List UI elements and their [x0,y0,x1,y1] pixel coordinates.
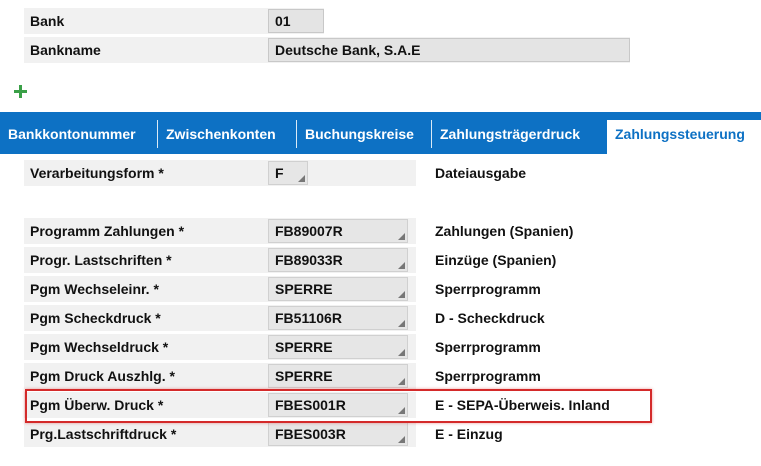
field-label: Programm Zahlungen * [30,223,185,239]
field-label: Pgm Scheckdruck * [30,310,161,326]
tab-label: Zwischenkonten [166,126,276,142]
field-label: Progr. Lastschriften * [30,252,172,268]
field-value: SPERRE [275,281,333,297]
tab-zahlungstraegerdruck[interactable]: Zahlungsträgerdruck [432,112,605,154]
bank-field[interactable]: 01 [268,9,324,33]
pgm-wechseldruck-field[interactable]: SPERRE [268,335,408,359]
tab-bar: Bankkontonummer Zwischenkonten Buchungsk… [0,112,761,154]
pgm-druck-auszhlg-description: Sperrprogramm [435,368,541,384]
value-help-icon [298,175,305,182]
tab-buchungskreise[interactable]: Buchungskreise [297,112,431,154]
tab-label: Buchungskreise [305,126,414,142]
pgm-scheckdruck-description: D - Scheckdruck [435,310,545,326]
field-value: SPERRE [275,368,333,384]
value-help-icon [398,291,405,298]
bank-row: Bank 01 [24,8,324,34]
form-row-pgm-wechseldruck: Pgm Wechseldruck * SPERRE [24,334,416,360]
form-row-progr-lastschriften: Progr. Lastschriften * FB89033R [24,247,416,273]
field-label: Verarbeitungsform * [30,165,164,181]
pgm-druck-auszhlg-field[interactable]: SPERRE [268,364,408,388]
pgm-scheckdruck-field[interactable]: FB51106R [268,306,408,330]
progr-lastschriften-field[interactable]: FB89033R [268,248,408,272]
field-label: Pgm Druck Auszhlg. * [30,368,175,384]
tab-label: Bankkontonummer [8,126,136,142]
form-row-pgm-druck-auszhlg: Pgm Druck Auszhlg. * SPERRE [24,363,416,389]
pgm-wechseleinr-field[interactable]: SPERRE [268,277,408,301]
tab-label: Zahlungssteuerung [615,126,745,142]
tab-bankkontonummer[interactable]: Bankkontonummer [0,112,157,154]
field-label: Pgm Wechseldruck * [30,339,169,355]
form-row-verarbeitungsform: Verarbeitungsform * F [24,160,416,186]
field-value: SPERRE [275,339,333,355]
bankname-row: Bankname Deutsche Bank, S.A.E [24,37,630,63]
tab-label: Zahlungsträgerdruck [440,126,581,142]
field-value: FBES003R [275,426,346,442]
field-value: F [275,165,284,181]
verarbeitungsform-description: Dateiausgabe [435,165,527,181]
tab-zwischenkonten[interactable]: Zwischenkonten [158,112,296,154]
verarbeitungsform-field[interactable]: F [268,161,308,185]
bank-label: Bank [30,13,65,29]
pgm-wechseleinr-description: Sperrprogramm [435,281,541,297]
field-label: Prg.Lastschriftdruck * [30,426,177,442]
value-help-icon [398,233,405,240]
value-help-icon [398,349,405,356]
value-help-icon [398,436,405,443]
add-icon[interactable] [14,85,27,98]
prg-lastschriftdruck-description: E - Einzug [435,426,503,442]
value-help-icon [398,320,405,327]
field-label: Pgm Wechseleinr. * [30,281,159,297]
bankname-label: Bankname [30,42,101,58]
form-row-pgm-scheckdruck: Pgm Scheckdruck * FB51106R [24,305,416,331]
programm-zahlungen-description: Zahlungen (Spanien) [435,223,574,239]
tab-zahlungssteuerung[interactable]: Zahlungssteuerung [607,120,761,154]
form-row-pgm-wechseleinr: Pgm Wechseleinr. * SPERRE [24,276,416,302]
prg-lastschriftdruck-field[interactable]: FBES003R [268,422,408,446]
field-value: FB89033R [275,252,343,268]
value-help-icon [398,378,405,385]
programm-zahlungen-field[interactable]: FB89007R [268,219,408,243]
progr-lastschriften-description: Einzüge (Spanien) [435,252,557,268]
pgm-wechseldruck-description: Sperrprogramm [435,339,541,355]
form-row-programm-zahlungen: Programm Zahlungen * FB89007R [24,218,416,244]
form-row-prg-lastschriftdruck: Prg.Lastschriftdruck * FBES003R [24,421,416,447]
field-value: FB51106R [275,310,342,326]
bankname-field[interactable]: Deutsche Bank, S.A.E [268,38,630,62]
highlight-box [25,389,652,423]
value-help-icon [398,262,405,269]
field-value: FB89007R [275,223,343,239]
